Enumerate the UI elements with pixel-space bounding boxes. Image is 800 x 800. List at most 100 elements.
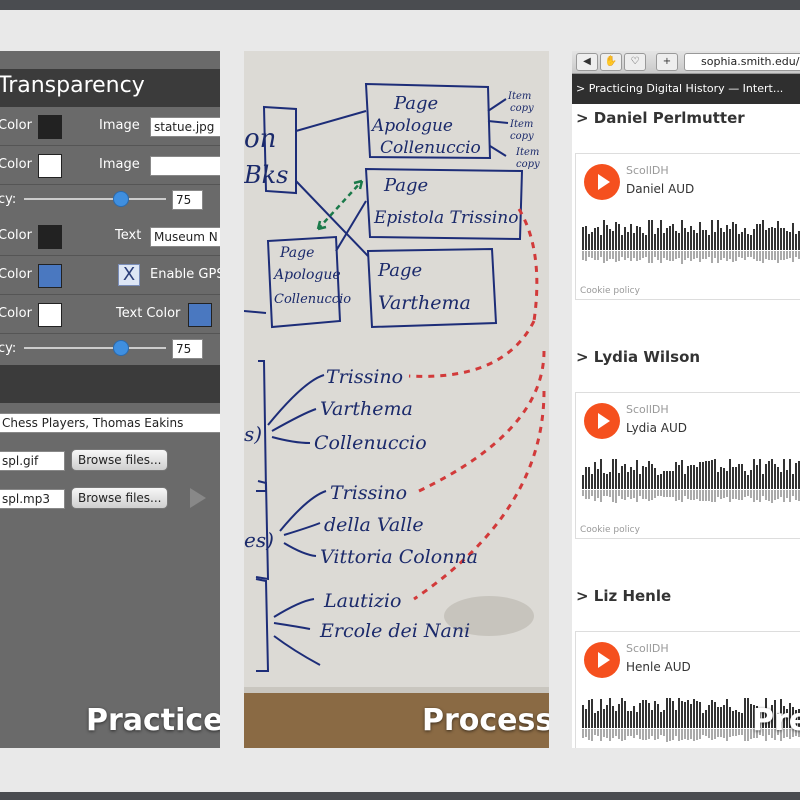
pocket-icon[interactable]: ♡ <box>624 53 646 71</box>
box-1-line-1: Page <box>393 93 438 114</box>
slide-top-bar <box>0 0 800 10</box>
branch-2-1: Trissino <box>330 482 407 504</box>
file-field-gif[interactable]: spl.gif <box>0 451 65 471</box>
process-caption: Process <box>422 703 549 738</box>
branch-1-2: Varthema <box>320 398 413 420</box>
text-label: Text <box>115 228 142 243</box>
browser-toolbar: ◀ ✋ ♡ + sophia.smith.edu/b <box>572 51 800 74</box>
image-label: Image <box>99 118 140 133</box>
transparency-header: Transparency <box>0 69 220 107</box>
note-2: copy <box>510 103 534 114</box>
audio-player-1: ScollDH Daniel AUD Cookie policy <box>575 153 800 300</box>
branch-1-1: Trissino <box>326 366 403 388</box>
note-6: copy <box>516 159 540 170</box>
slide-bottom-bar <box>0 792 800 800</box>
note-4: copy <box>510 131 534 142</box>
track-title: Lydia AUD <box>626 421 688 435</box>
address-bar[interactable]: sophia.smith.edu/b <box>684 53 800 71</box>
box-2-line-1: Page <box>383 175 428 196</box>
text-color-label: Text Color <box>116 306 181 321</box>
process-panel: Page Apologue Collenuccio Page Epistola … <box>244 51 549 748</box>
track-heading-2: > Lydia Wilson <box>576 348 701 366</box>
settings-row-1: Color Image statue.jpg <box>0 107 220 146</box>
browse-button-2[interactable]: Browse files... <box>71 487 169 509</box>
box-2-line-2: Epistola Trissino <box>373 208 518 228</box>
note-5: Item <box>515 147 539 158</box>
waveform[interactable] <box>582 459 800 503</box>
text-field[interactable]: Museum N <box>150 227 220 247</box>
box-4-line-1: Page <box>377 260 422 281</box>
opacity-value[interactable]: 75 <box>172 339 203 359</box>
enable-gps-checkbox[interactable]: X <box>118 264 140 286</box>
caption-field[interactable]: Chess Players, Thomas Eakins <box>0 413 220 433</box>
note-3: Item <box>509 119 533 130</box>
transparency-title: Transparency <box>0 73 145 98</box>
settings-row-5: Color Text Color <box>0 295 220 334</box>
box-3-line-2: Apologue <box>272 267 341 283</box>
practice-caption: Practice <box>86 703 220 738</box>
color-label: Color <box>0 228 32 243</box>
play-button[interactable] <box>584 403 620 439</box>
color-label: Color <box>0 267 32 282</box>
track-title: Daniel AUD <box>626 182 695 196</box>
branch-2-3: Vittoria Colonna <box>320 546 478 568</box>
color-swatch[interactable] <box>38 264 62 288</box>
left-word-2: Bks <box>244 161 289 189</box>
waveform[interactable] <box>582 220 800 264</box>
image-field[interactable] <box>150 156 220 176</box>
browser-tab[interactable]: > Practicing Digital History — Intert... <box>572 74 800 104</box>
back-icon[interactable]: ◀ <box>576 53 598 71</box>
source-label: ScollDH <box>626 642 669 655</box>
enable-gps-label: Enable GPS <box>150 267 220 282</box>
settings-row-4: Color X Enable GPS <box>0 256 220 295</box>
opacity-slider-track[interactable] <box>24 198 166 200</box>
box-3-line-3: Collenuccio <box>274 292 351 307</box>
box-3-line-1: Page <box>279 245 314 261</box>
paren-2: es) <box>244 528 274 552</box>
branch-2-2: della Valle <box>324 514 424 536</box>
add-tab-icon[interactable]: + <box>656 53 678 71</box>
source-label: ScollDH <box>626 403 669 416</box>
opacity-slider-track[interactable] <box>24 347 166 349</box>
bookmark-icon[interactable]: ✋ <box>600 53 622 71</box>
presentation-panel: ◀ ✋ ♡ + sophia.smith.edu/b > Practicing … <box>572 51 800 748</box>
audio-player-2: ScollDH Lydia AUD Cookie policy <box>575 392 800 539</box>
cookie-policy-link[interactable]: Cookie policy <box>580 525 640 535</box>
track-heading-3: > Liz Henle <box>576 587 672 605</box>
settings-row-2: Color Image <box>0 146 220 185</box>
branch-3-1: Lautizio <box>323 590 401 612</box>
opacity-slider-knob[interactable] <box>113 340 129 356</box>
color-swatch[interactable] <box>38 303 62 327</box>
text-color-swatch[interactable] <box>188 303 212 327</box>
opacity-slider-knob[interactable] <box>113 191 129 207</box>
color-swatch[interactable] <box>38 115 62 139</box>
section-divider <box>0 365 220 403</box>
play-button[interactable] <box>584 164 620 200</box>
left-word-1: on <box>244 124 276 154</box>
tab-title: > Practicing Digital History — Intert... <box>576 82 784 95</box>
source-label: ScollDH <box>626 164 669 177</box>
browse-button-1[interactable]: Browse files... <box>71 449 169 471</box>
branch-1-3: Collenuccio <box>314 432 427 454</box>
presentation-caption: Pre <box>752 703 800 738</box>
paren-1: s) <box>244 422 262 446</box>
settings-row-3: Color Text Museum N <box>0 217 220 256</box>
image-label: Image <box>99 157 140 172</box>
branch-3-2: Ercole dei Nani <box>319 620 470 642</box>
image-field[interactable]: statue.jpg <box>150 117 220 137</box>
file-field-mp3[interactable]: spl.mp3 <box>0 489 65 509</box>
track-title: Henle AUD <box>626 660 691 674</box>
opacity-value[interactable]: 75 <box>172 190 203 210</box>
play-button[interactable] <box>584 642 620 678</box>
opacity-label: cy: <box>0 341 17 356</box>
color-swatch[interactable] <box>38 225 62 249</box>
opacity-label: cy: <box>0 192 17 207</box>
color-swatch[interactable] <box>38 154 62 178</box>
note-1: Item <box>507 91 531 102</box>
color-label: Color <box>0 306 32 321</box>
color-label: Color <box>0 157 32 172</box>
cookie-policy-link[interactable]: Cookie policy <box>580 286 640 296</box>
box-1-line-2: Apologue <box>370 116 453 136</box>
color-label: Color <box>0 118 32 133</box>
play-icon[interactable] <box>190 488 206 508</box>
